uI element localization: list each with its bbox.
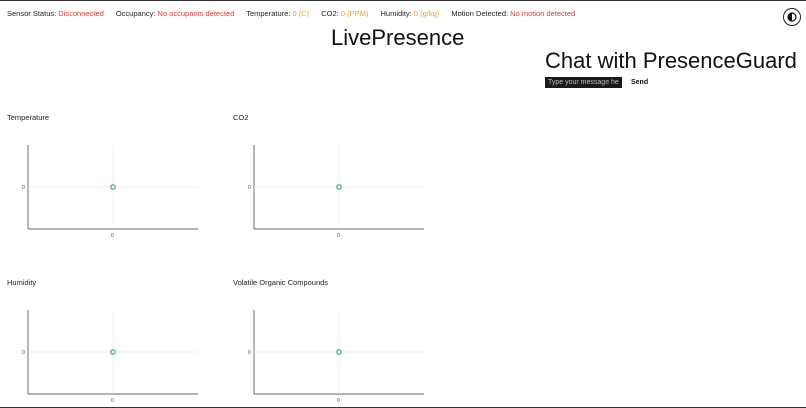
y-tick-label: 0 xyxy=(248,185,251,191)
status-bar: Sensor Status: Disconnected Occupancy: N… xyxy=(7,9,585,18)
temperature-chart-title: Temperature xyxy=(7,113,50,122)
humidity-value: 0 (g/kg) xyxy=(413,9,440,18)
co2-value: 0 (PPM) xyxy=(340,9,369,18)
occupancy-label: Occupancy: xyxy=(115,9,156,18)
data-point xyxy=(336,349,342,355)
send-button[interactable]: Send xyxy=(629,77,650,88)
x-tick-label: 0 xyxy=(337,233,340,239)
motion-label: Motion Detected: xyxy=(451,9,509,18)
voc-chart-title: Volatile Organic Compounds xyxy=(233,278,329,287)
humidity-status: Humidity: 0 (g/kg) xyxy=(380,9,439,18)
x-tick-label: 0 xyxy=(111,233,114,239)
co2-chart-title: CO2 xyxy=(233,113,249,122)
temperature-status: Temperature: 0 (C) xyxy=(246,9,309,18)
co2-chart: 0 0 xyxy=(248,145,424,239)
app-title: LivePresence xyxy=(331,25,465,50)
voc-chart: 0 0 xyxy=(248,310,424,404)
temperature-chart: 0 0 xyxy=(22,145,198,239)
chat-title: Chat with PresenceGuard xyxy=(545,48,797,73)
sensor-status: Sensor Status: Disconnected xyxy=(7,9,104,18)
occupancy-value: No occupants detected xyxy=(157,9,235,18)
chat-message-input[interactable] xyxy=(545,77,622,88)
data-point xyxy=(336,184,342,190)
humidity-label: Humidity: xyxy=(380,9,412,18)
y-tick-label: 0 xyxy=(248,350,251,356)
temperature-value: 0 (C) xyxy=(292,9,310,18)
co2-label: CO2: xyxy=(321,9,339,18)
motion-status: Motion Detected: No motion detected xyxy=(451,9,575,18)
co2-status: CO2: 0 (PPM) xyxy=(321,9,368,18)
y-tick-label: 0 xyxy=(22,185,25,191)
humidity-chart: 0 0 xyxy=(22,310,198,404)
data-point xyxy=(110,349,116,355)
data-point xyxy=(110,184,116,190)
sensor-status-value: Disconnected xyxy=(58,9,104,18)
sensor-status-label: Sensor Status: xyxy=(7,9,57,18)
humidity-chart-title: Humidity xyxy=(7,278,37,287)
theme-toggle-button[interactable] xyxy=(783,8,801,26)
x-tick-label: 0 xyxy=(111,398,114,404)
motion-value: No motion detected xyxy=(510,9,576,18)
x-tick-label: 0 xyxy=(337,398,340,404)
occupancy-status: Occupancy: No occupants detected xyxy=(116,9,234,18)
temperature-label: Temperature: xyxy=(246,9,291,18)
contrast-icon xyxy=(787,12,797,22)
y-tick-label: 0 xyxy=(22,350,25,356)
